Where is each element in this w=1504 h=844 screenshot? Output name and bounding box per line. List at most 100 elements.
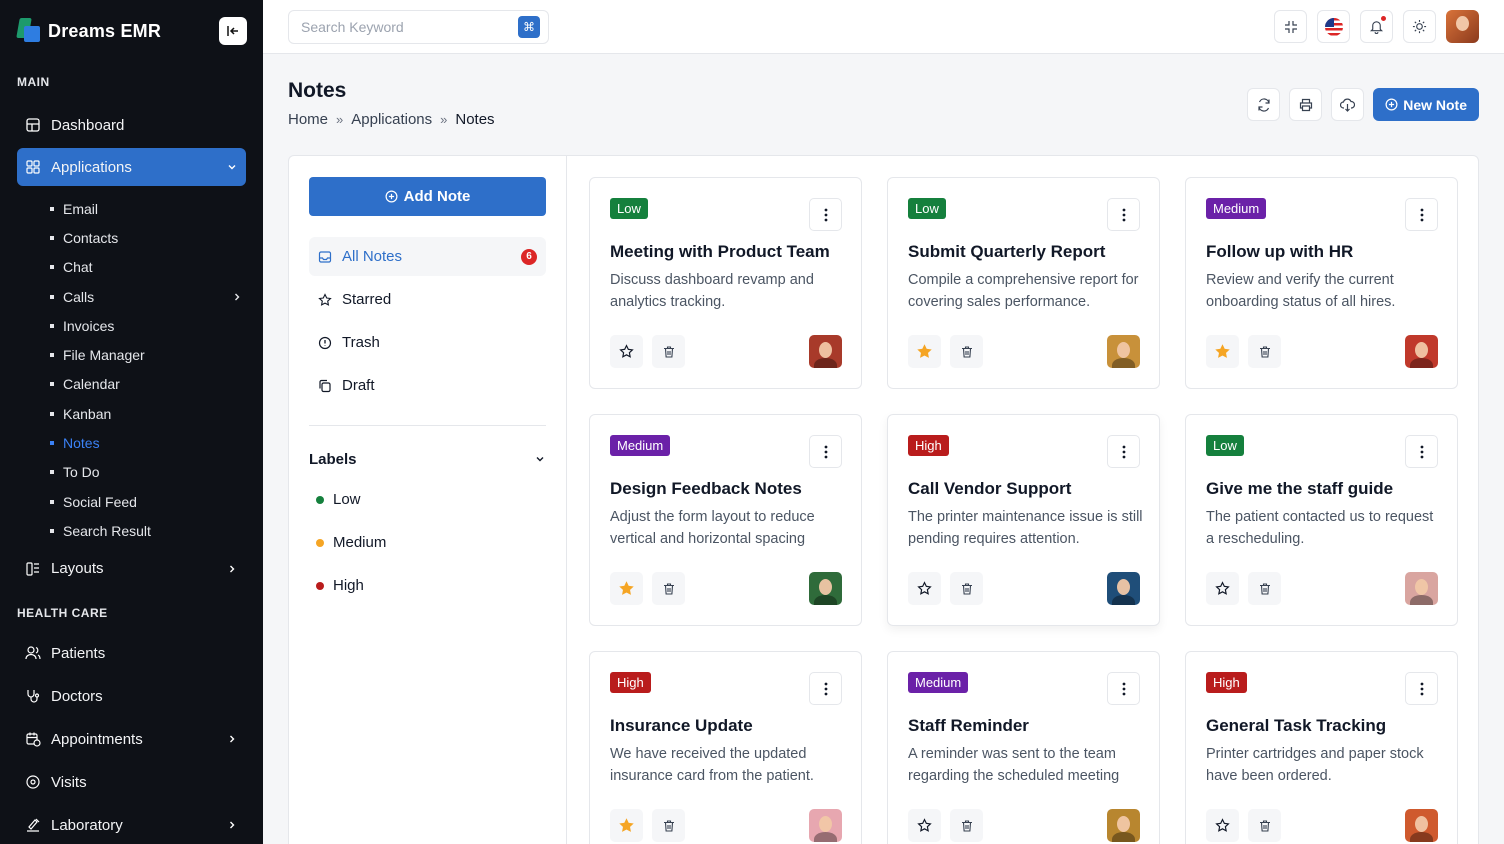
download-button[interactable] [1331,88,1365,121]
labels-toggle[interactable]: Labels [309,444,546,474]
sidebar-item-laboratory[interactable]: Laboratory [17,804,246,844]
star-note-button[interactable] [1206,809,1239,842]
breadcrumb-current: Notes [455,111,495,128]
fullscreen-button[interactable] [1274,10,1307,43]
folder-draft[interactable]: Draft [309,366,546,405]
label-dot [316,495,324,504]
sidebar-item-layouts[interactable]: Layouts [17,550,246,588]
target-icon [26,775,40,789]
star-note-button[interactable] [1206,572,1239,605]
sidebar-subitem-calendar[interactable]: Calendar [50,370,263,399]
add-note-button[interactable]: Add Note [309,177,546,216]
sidebar-subitem-chat[interactable]: Chat [50,253,263,282]
breadcrumb-applications[interactable]: Applications [351,111,432,128]
delete-note-button[interactable] [1248,809,1281,842]
sidebar-subitem-search-result[interactable]: Search Result [50,516,263,545]
note-menu-button[interactable] [809,198,842,231]
label-medium[interactable]: Medium [309,521,546,564]
note-menu-button[interactable] [1107,672,1140,705]
note-avatar [1405,572,1438,605]
star-note-button[interactable] [1206,335,1239,368]
kebab-menu-icon [824,445,827,458]
search-input[interactable] [301,19,518,35]
sidebar-item-doctors[interactable]: Doctors [17,675,246,718]
note-menu-button[interactable] [1107,435,1140,468]
sidebar-collapse-button[interactable] [219,17,247,45]
sidebar-subitem-todo[interactable]: To Do [50,458,263,487]
kebab-menu-icon [1420,208,1423,221]
folder-all-notes[interactable]: All Notes 6 [309,237,546,276]
delete-note-button[interactable] [950,809,983,842]
note-menu-button[interactable] [809,672,842,705]
star-note-button[interactable] [610,809,643,842]
label-low[interactable]: Low [309,478,546,521]
sidebar-subitem-contacts[interactable]: Contacts [50,223,263,252]
sidebar-subitem-file-manager[interactable]: File Manager [50,340,263,369]
language-button[interactable] [1317,10,1350,43]
priority-badge: High [610,672,651,693]
delete-note-button[interactable] [1248,335,1281,368]
delete-note-button[interactable] [950,572,983,605]
star-note-button[interactable] [908,572,941,605]
print-button[interactable] [1289,88,1323,121]
kebab-menu-icon [824,208,827,221]
all-notes-count-badge: 6 [521,248,537,265]
note-card[interactable]: Medium Follow up with HR Review and veri… [1185,177,1458,389]
folder-starred[interactable]: Starred [309,280,546,319]
command-key-icon[interactable]: ⌘ [518,16,540,38]
sidebar-subitem-email[interactable]: Email [50,194,263,223]
new-note-button[interactable]: New Note [1373,88,1479,121]
theme-toggle-button[interactable] [1403,10,1436,43]
delete-note-button[interactable] [1248,572,1281,605]
sidebar-item-visits[interactable]: Visits [17,761,246,804]
note-card[interactable]: Low Meeting with Product Team Discuss da… [589,177,862,389]
note-card[interactable]: High Call Vendor Support The printer mai… [887,414,1160,626]
sidebar-subitem-invoices[interactable]: Invoices [50,311,263,340]
sidebar-subitem-calls[interactable]: Calls [50,282,263,311]
star-note-button[interactable] [908,809,941,842]
sidebar: Dreams EMR MAIN Dashboard Applications E… [0,0,263,844]
sidebar-subitem-social-feed[interactable]: Social Feed [50,487,263,516]
note-footer [1206,572,1438,605]
breadcrumb-home[interactable]: Home [288,111,328,128]
sidebar-subitem-notes[interactable]: Notes [50,428,263,457]
sidebar-item-applications[interactable]: Applications [17,148,246,186]
section-title-health-care: HEALTH CARE [17,605,108,620]
delete-note-button[interactable] [652,335,685,368]
note-card[interactable]: Low Submit Quarterly Report Compile a co… [887,177,1160,389]
star-note-button[interactable] [610,572,643,605]
note-card[interactable]: Medium Design Feedback Notes Adjust the … [589,414,862,626]
sidebar-item-label: Appointments [51,730,143,748]
notifications-button[interactable] [1360,10,1393,43]
folder-trash[interactable]: Trash [309,323,546,362]
note-avatar [1107,809,1140,842]
note-menu-button[interactable] [809,435,842,468]
kebab-menu-icon [1122,445,1125,458]
labels-title: Labels [309,450,357,468]
user-avatar[interactable] [1446,10,1479,43]
section-title-main: MAIN [17,75,50,89]
priority-badge: High [1206,672,1247,693]
star-note-button[interactable] [908,335,941,368]
star-note-button[interactable] [610,335,643,368]
note-card[interactable]: Medium Staff Reminder A reminder was sen… [887,651,1160,844]
note-menu-button[interactable] [1405,672,1438,705]
note-footer [1206,335,1438,368]
note-card[interactable]: High Insurance Update We have received t… [589,651,862,844]
delete-note-button[interactable] [652,809,685,842]
delete-note-button[interactable] [652,572,685,605]
delete-note-button[interactable] [950,335,983,368]
note-menu-button[interactable] [1405,435,1438,468]
label-high[interactable]: High [309,564,546,607]
chevron-right-icon [230,735,235,743]
note-card[interactable]: High General Task Tracking Printer cartr… [1185,651,1458,844]
sidebar-item-dashboard[interactable]: Dashboard [17,106,246,144]
sidebar-item-patients[interactable]: Patients [17,632,246,675]
note-card[interactable]: Low Give me the staff guide The patient … [1185,414,1458,626]
sidebar-subitem-kanban[interactable]: Kanban [50,399,263,428]
note-menu-button[interactable] [1405,198,1438,231]
note-menu-button[interactable] [1107,198,1140,231]
refresh-button[interactable] [1247,88,1281,121]
sidebar-item-appointments[interactable]: Appointments [17,718,246,761]
star-icon [917,581,932,595]
